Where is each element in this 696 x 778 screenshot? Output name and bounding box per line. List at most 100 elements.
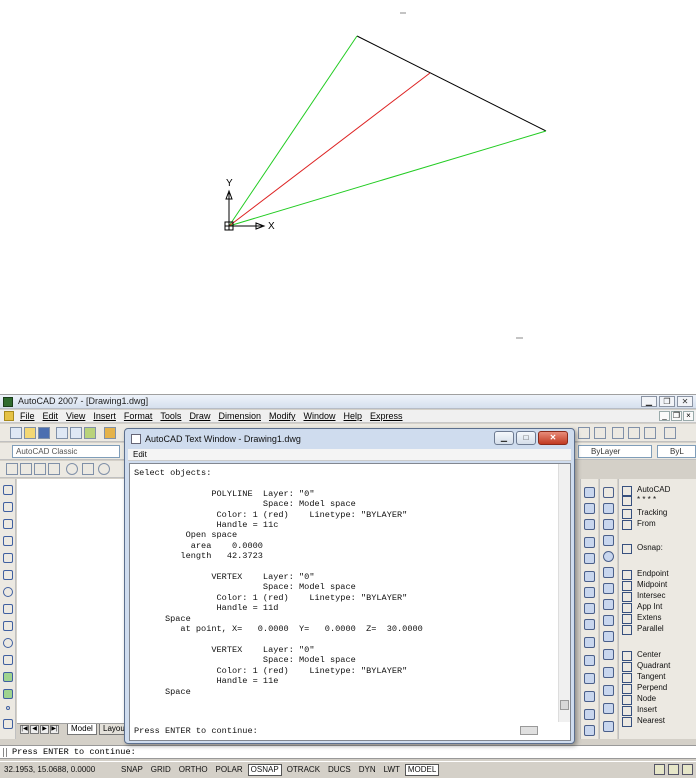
aligned-dim-icon[interactable] <box>20 463 32 475</box>
tab-model[interactable]: Model <box>67 724 97 735</box>
model-icon-7[interactable] <box>603 583 614 594</box>
text-window-maximize-button[interactable]: □ <box>516 431 536 445</box>
osnap-intersec-icon[interactable] <box>622 592 632 602</box>
osnap-insert-icon[interactable] <box>622 706 632 716</box>
plot-preview-icon[interactable] <box>70 427 82 439</box>
render-icon-1[interactable] <box>584 487 595 498</box>
render-icon-12[interactable] <box>584 673 595 684</box>
point-icon[interactable] <box>6 706 10 710</box>
diameter-icon[interactable] <box>98 463 110 475</box>
polyline-red-line[interactable] <box>228 72 431 227</box>
autocad-text-window[interactable]: AutoCAD Text Window - Drawing1.dwg ▁ □ ✕… <box>124 428 575 744</box>
last-tab-button[interactable]: ▶| <box>50 725 59 734</box>
doc-close-button[interactable]: × <box>683 411 694 421</box>
render-icon-10[interactable] <box>584 637 595 648</box>
render-icon-11[interactable] <box>584 655 595 666</box>
model-icon-11[interactable] <box>603 649 614 660</box>
model-icon-6[interactable] <box>603 567 614 578</box>
doc-restore-button[interactable]: ❐ <box>671 411 682 421</box>
model-icon-3[interactable] <box>603 519 614 530</box>
next-tab-button[interactable]: ▶ <box>40 725 49 734</box>
osnap-osnap-icon[interactable] <box>622 544 632 554</box>
render-icon-13[interactable] <box>584 691 595 702</box>
text-window-close-button[interactable]: ✕ <box>538 431 568 445</box>
ucs-icon-5[interactable] <box>644 427 656 439</box>
menu-insert[interactable]: Insert <box>93 411 116 421</box>
osnap-autocad-icon[interactable] <box>622 486 632 496</box>
model-icon-12[interactable] <box>603 667 614 678</box>
restore-button[interactable]: ❐ <box>659 396 675 407</box>
clean-screen-icon[interactable] <box>682 764 693 775</box>
command-line-grip[interactable] <box>3 748 7 757</box>
menu-file[interactable]: File <box>20 411 35 421</box>
insert-block-icon[interactable] <box>3 672 13 682</box>
open-file-icon[interactable] <box>24 427 36 439</box>
osnap-from-icon[interactable] <box>622 520 632 530</box>
construction-line-icon[interactable] <box>3 502 13 512</box>
menu-modify[interactable]: Modify <box>269 411 296 421</box>
minimize-button[interactable]: ▁ <box>641 396 657 407</box>
command-line[interactable]: Press ENTER to continue: <box>0 745 696 759</box>
ellipse-arc-icon[interactable] <box>3 655 13 665</box>
text-window-horizontal-scrollbar[interactable] <box>508 724 558 737</box>
model-icon-13[interactable] <box>603 685 614 696</box>
close-button[interactable]: ✕ <box>677 396 693 407</box>
save-icon[interactable] <box>38 427 50 439</box>
linear-dim-icon[interactable] <box>6 463 18 475</box>
text-window-vertical-scrollbar[interactable] <box>558 464 570 722</box>
render-icon-5[interactable] <box>584 553 595 564</box>
render-icon-7[interactable] <box>584 587 595 598</box>
render-icon-3[interactable] <box>584 519 595 530</box>
status-toggle-lwt[interactable]: LWT <box>381 764 403 776</box>
coordinate-readout[interactable]: 32.1953, 15.0688, 0.0000 <box>4 765 95 774</box>
status-toggle-otrack[interactable]: OTRACK <box>284 764 323 776</box>
text-window-menu-edit[interactable]: Edit <box>128 449 571 461</box>
ellipse-icon[interactable] <box>3 638 13 648</box>
revision-cloud-icon[interactable] <box>3 604 13 614</box>
drawing-canvas[interactable] <box>0 0 696 390</box>
model-icon-14[interactable] <box>603 703 614 714</box>
jogged-icon[interactable] <box>82 463 94 475</box>
osnap-perpend-icon[interactable] <box>622 684 632 694</box>
menu-help[interactable]: Help <box>344 411 363 421</box>
polygon-icon[interactable] <box>3 536 13 546</box>
osnap-nearest-icon[interactable] <box>622 717 632 727</box>
status-toggle-dyn[interactable]: DYN <box>356 764 379 776</box>
render-icon-4[interactable] <box>584 537 595 548</box>
osnap--icon[interactable] <box>622 496 632 506</box>
osnap-tracking-icon[interactable] <box>622 509 632 519</box>
drawing-viewport[interactable]: Y X <box>0 0 696 390</box>
osnap-extens-icon[interactable] <box>622 614 632 624</box>
publish-icon[interactable] <box>84 427 96 439</box>
status-toggle-osnap[interactable]: OSNAP <box>247 764 282 776</box>
cut-icon[interactable] <box>104 427 116 439</box>
lock-icon[interactable] <box>668 764 679 775</box>
render-icon-6[interactable] <box>584 571 595 582</box>
new-file-icon[interactable] <box>10 427 22 439</box>
osnap-parallel-icon[interactable] <box>622 625 632 635</box>
text-window-minimize-button[interactable]: ▁ <box>494 431 514 445</box>
vertical-scroll-thumb[interactable] <box>560 700 569 710</box>
menu-edit[interactable]: Edit <box>43 411 59 421</box>
status-toggle-polar[interactable]: POLAR <box>213 764 246 776</box>
ordinate-icon[interactable] <box>48 463 60 475</box>
first-tab-button[interactable]: |◀ <box>20 725 29 734</box>
rectangle-icon[interactable] <box>3 553 13 563</box>
polyline-black-edge[interactable] <box>356 35 547 132</box>
model-icon-1[interactable] <box>603 487 614 498</box>
model-icon-15[interactable] <box>603 721 614 732</box>
polyline-green-edge-lower[interactable] <box>228 130 547 227</box>
status-toggle-ducs[interactable]: DUCS <box>325 764 354 776</box>
doc-minimize-button[interactable]: _ <box>659 411 670 421</box>
app-titlebar[interactable]: AutoCAD 2007 - [Drawing1.dwg] ▁ ❐ ✕ <box>0 395 696 409</box>
menu-view[interactable]: View <box>66 411 85 421</box>
ucs-icon-2[interactable] <box>594 427 606 439</box>
model-icon-5[interactable] <box>603 551 614 562</box>
menu-format[interactable]: Format <box>124 411 153 421</box>
menu-window[interactable]: Window <box>304 411 336 421</box>
status-toggle-grid[interactable]: GRID <box>148 764 174 776</box>
spline-icon[interactable] <box>3 621 13 631</box>
render-icon-2[interactable] <box>584 503 595 514</box>
text-window-body[interactable]: Select objects: POLYLINE Layer: "0" Spac… <box>129 463 571 741</box>
model-icon-8[interactable] <box>603 599 614 610</box>
